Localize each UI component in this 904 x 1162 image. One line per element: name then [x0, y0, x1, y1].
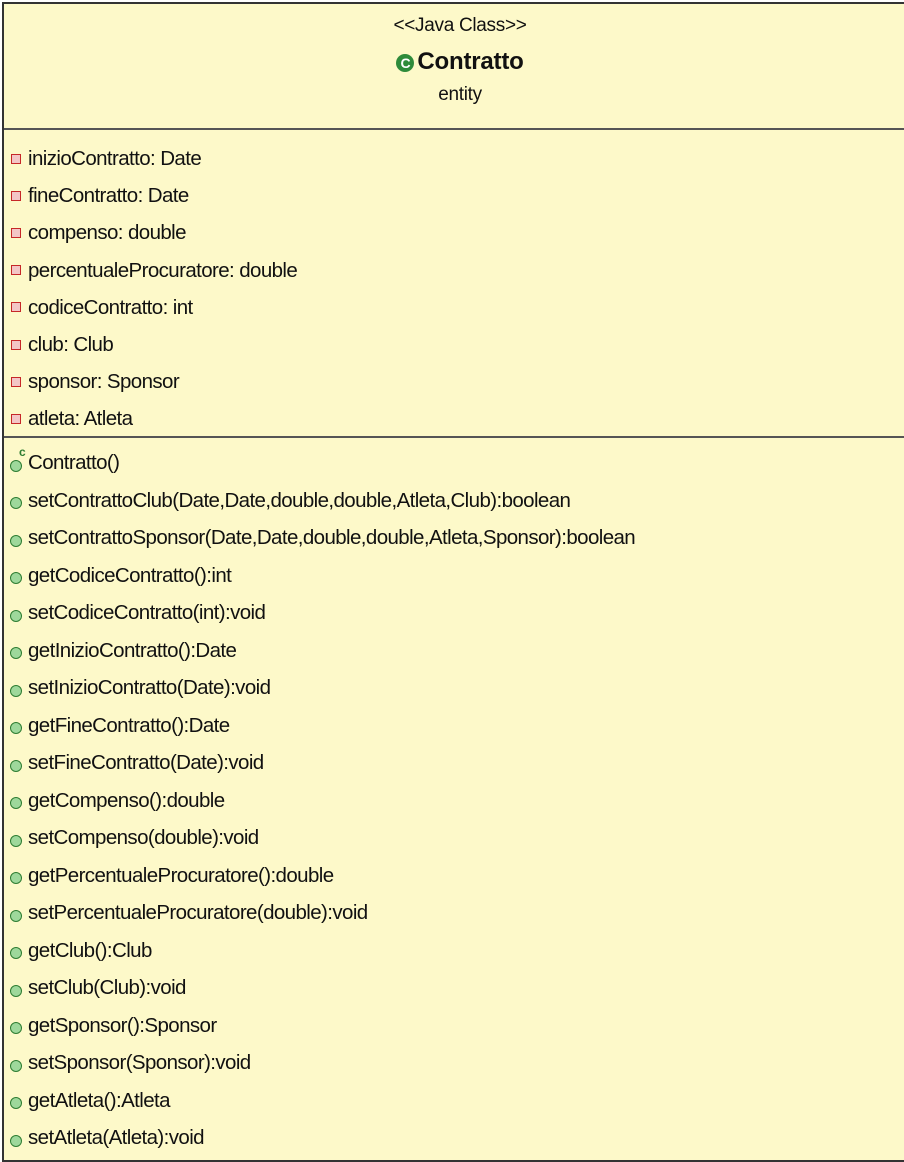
private-visibility-icon	[11, 227, 21, 238]
uml-class-box[interactable]: <<Java Class>> C Contratto entity inizioC…	[2, 2, 904, 1162]
operation-text: setCompenso(double):void	[28, 826, 259, 849]
class-name: Contratto	[417, 48, 524, 75]
constructor-row[interactable]: setContrattoSponsor(Date,Date,double,dou…	[4, 519, 904, 557]
constructor-icon	[10, 1097, 22, 1110]
attribute-row[interactable]: percentualeProcuratore: double	[4, 252, 904, 289]
class-header: <<Java Class>> C Contratto entity	[4, 4, 904, 130]
operation-text: setAtleta(Atleta):void	[28, 1126, 205, 1149]
operation-text: getCompenso():double	[28, 788, 225, 812]
constructor-icon	[10, 797, 22, 810]
operation-text: setFineContratto(Date):void	[28, 751, 264, 774]
constructor-icon	[10, 684, 22, 697]
constructor-row[interactable]: setClub(Club):void	[4, 969, 904, 1007]
constructor-row[interactable]: getPercentualeProcuratore():double	[4, 857, 904, 895]
attribute-row[interactable]: fineContratto: Date	[4, 177, 904, 214]
constructor-row[interactable]: setCompenso(double):void	[4, 819, 904, 857]
operation-text: setPercentualeProcuratore(double):void	[28, 901, 368, 924]
operation-text: getInizioContratto():Date	[28, 638, 237, 662]
attribute-row[interactable]: compenso: double	[4, 214, 904, 251]
operation-text: Contratto()	[28, 451, 120, 474]
constructor-row[interactable]: getFineContratto():Date	[4, 707, 904, 745]
constructor-row[interactable]: setFineContratto(Date):void	[4, 744, 904, 782]
constructor-icon	[10, 947, 22, 960]
constructor-row[interactable]: getClub():Club	[4, 932, 904, 970]
constructor-icon	[10, 1022, 22, 1035]
constructor-icon	[10, 647, 22, 660]
operation-text: setSponsor(Sponsor):void	[28, 1051, 251, 1074]
constructor-icon	[10, 759, 22, 772]
attributes-compartment: inizioContratto: Date fineContratto: Date…	[4, 130, 904, 438]
private-visibility-icon	[11, 413, 21, 424]
constructor-row[interactable]: getInizioContratto():Date	[4, 632, 904, 670]
operation-text: setContrattoClub(Date,Date,double,double…	[28, 488, 571, 512]
constructor-row[interactable]: setPercentualeProcuratore(double):void	[4, 894, 904, 932]
package-label: entity	[438, 84, 482, 105]
attribute-text: compenso: double	[28, 221, 187, 245]
constructor-row[interactable]: setInizioContratto(Date):void	[4, 669, 904, 707]
operation-text: getCodiceContratto():int	[28, 563, 232, 587]
attribute-text: codiceContratto: int	[28, 295, 193, 319]
private-visibility-icon	[11, 190, 21, 201]
operation-text: setCodiceContratto(int):void	[28, 601, 266, 624]
attribute-text: fineContratto: Date	[28, 184, 189, 208]
constructor-icon	[10, 534, 22, 547]
class-name-row: C Contratto	[4, 44, 904, 80]
operation-text: getClub():Club	[28, 938, 152, 962]
operation-text: getFineContratto():Date	[28, 713, 230, 737]
constructor-icon	[10, 834, 22, 847]
private-visibility-icon	[11, 302, 21, 313]
constructor-icon	[10, 909, 22, 922]
attribute-text: sponsor: Sponsor	[28, 370, 180, 394]
constructor-row[interactable]: c Contratto()	[4, 444, 904, 482]
constructor-row[interactable]: getCodiceContratto():int	[4, 557, 904, 595]
private-visibility-icon	[11, 265, 21, 276]
constructor-row[interactable]: setContrattoClub(Date,Date,double,double…	[4, 482, 904, 520]
attribute-text: club: Club	[28, 332, 114, 356]
constructor-icon	[10, 984, 22, 997]
attribute-row[interactable]: codiceContratto: int	[4, 289, 904, 326]
attribute-text: inizioContratto: Date	[28, 147, 202, 170]
constructor-icon	[10, 1134, 22, 1147]
attribute-row[interactable]: inizioContratto: Date	[4, 140, 904, 177]
attribute-text: atleta: Atleta	[28, 407, 133, 431]
private-visibility-icon	[11, 339, 21, 350]
operations-compartment: c Contratto() setContrattoClub(Date,Date,d…	[4, 438, 904, 1157]
constructor-row[interactable]: getAtleta():Atleta	[4, 1082, 904, 1120]
constructor-icon	[10, 572, 22, 585]
attribute-row[interactable]: club: Club	[4, 326, 904, 363]
private-visibility-icon	[11, 153, 21, 164]
constructor-mark: c	[19, 445, 26, 459]
constructor-row[interactable]: setCodiceContratto(int):void	[4, 594, 904, 632]
attribute-text: percentualeProcuratore: double	[28, 258, 298, 282]
operation-text: getSponsor():Sponsor	[28, 1013, 217, 1037]
operation-text: setContrattoSponsor(Date,Date,double,dou…	[28, 526, 636, 549]
constructor-icon	[10, 459, 22, 472]
constructor-row[interactable]: setAtleta(Atleta):void	[4, 1119, 904, 1157]
constructor-icon	[10, 722, 22, 735]
constructor-row[interactable]: setSponsor(Sponsor):void	[4, 1044, 904, 1082]
private-visibility-icon	[11, 376, 21, 387]
attribute-row[interactable]: atleta: Atleta	[4, 400, 904, 437]
attribute-row[interactable]: sponsor: Sponsor	[4, 363, 904, 400]
operation-text: getPercentualeProcuratore():double	[28, 863, 334, 887]
stereotype-label: <<Java Class>>	[393, 15, 527, 36]
class-icon: C	[396, 54, 415, 72]
constructor-row[interactable]: getCompenso():double	[4, 782, 904, 820]
operation-text: getAtleta():Atleta	[28, 1088, 170, 1112]
constructor-icon	[10, 609, 22, 622]
constructor-row[interactable]: getSponsor():Sponsor	[4, 1007, 904, 1045]
constructor-icon	[10, 1059, 22, 1072]
constructor-icon	[10, 497, 22, 510]
operation-text: setClub(Club):void	[28, 976, 186, 999]
operation-text: setInizioContratto(Date):void	[28, 676, 271, 699]
constructor-icon	[10, 872, 22, 885]
